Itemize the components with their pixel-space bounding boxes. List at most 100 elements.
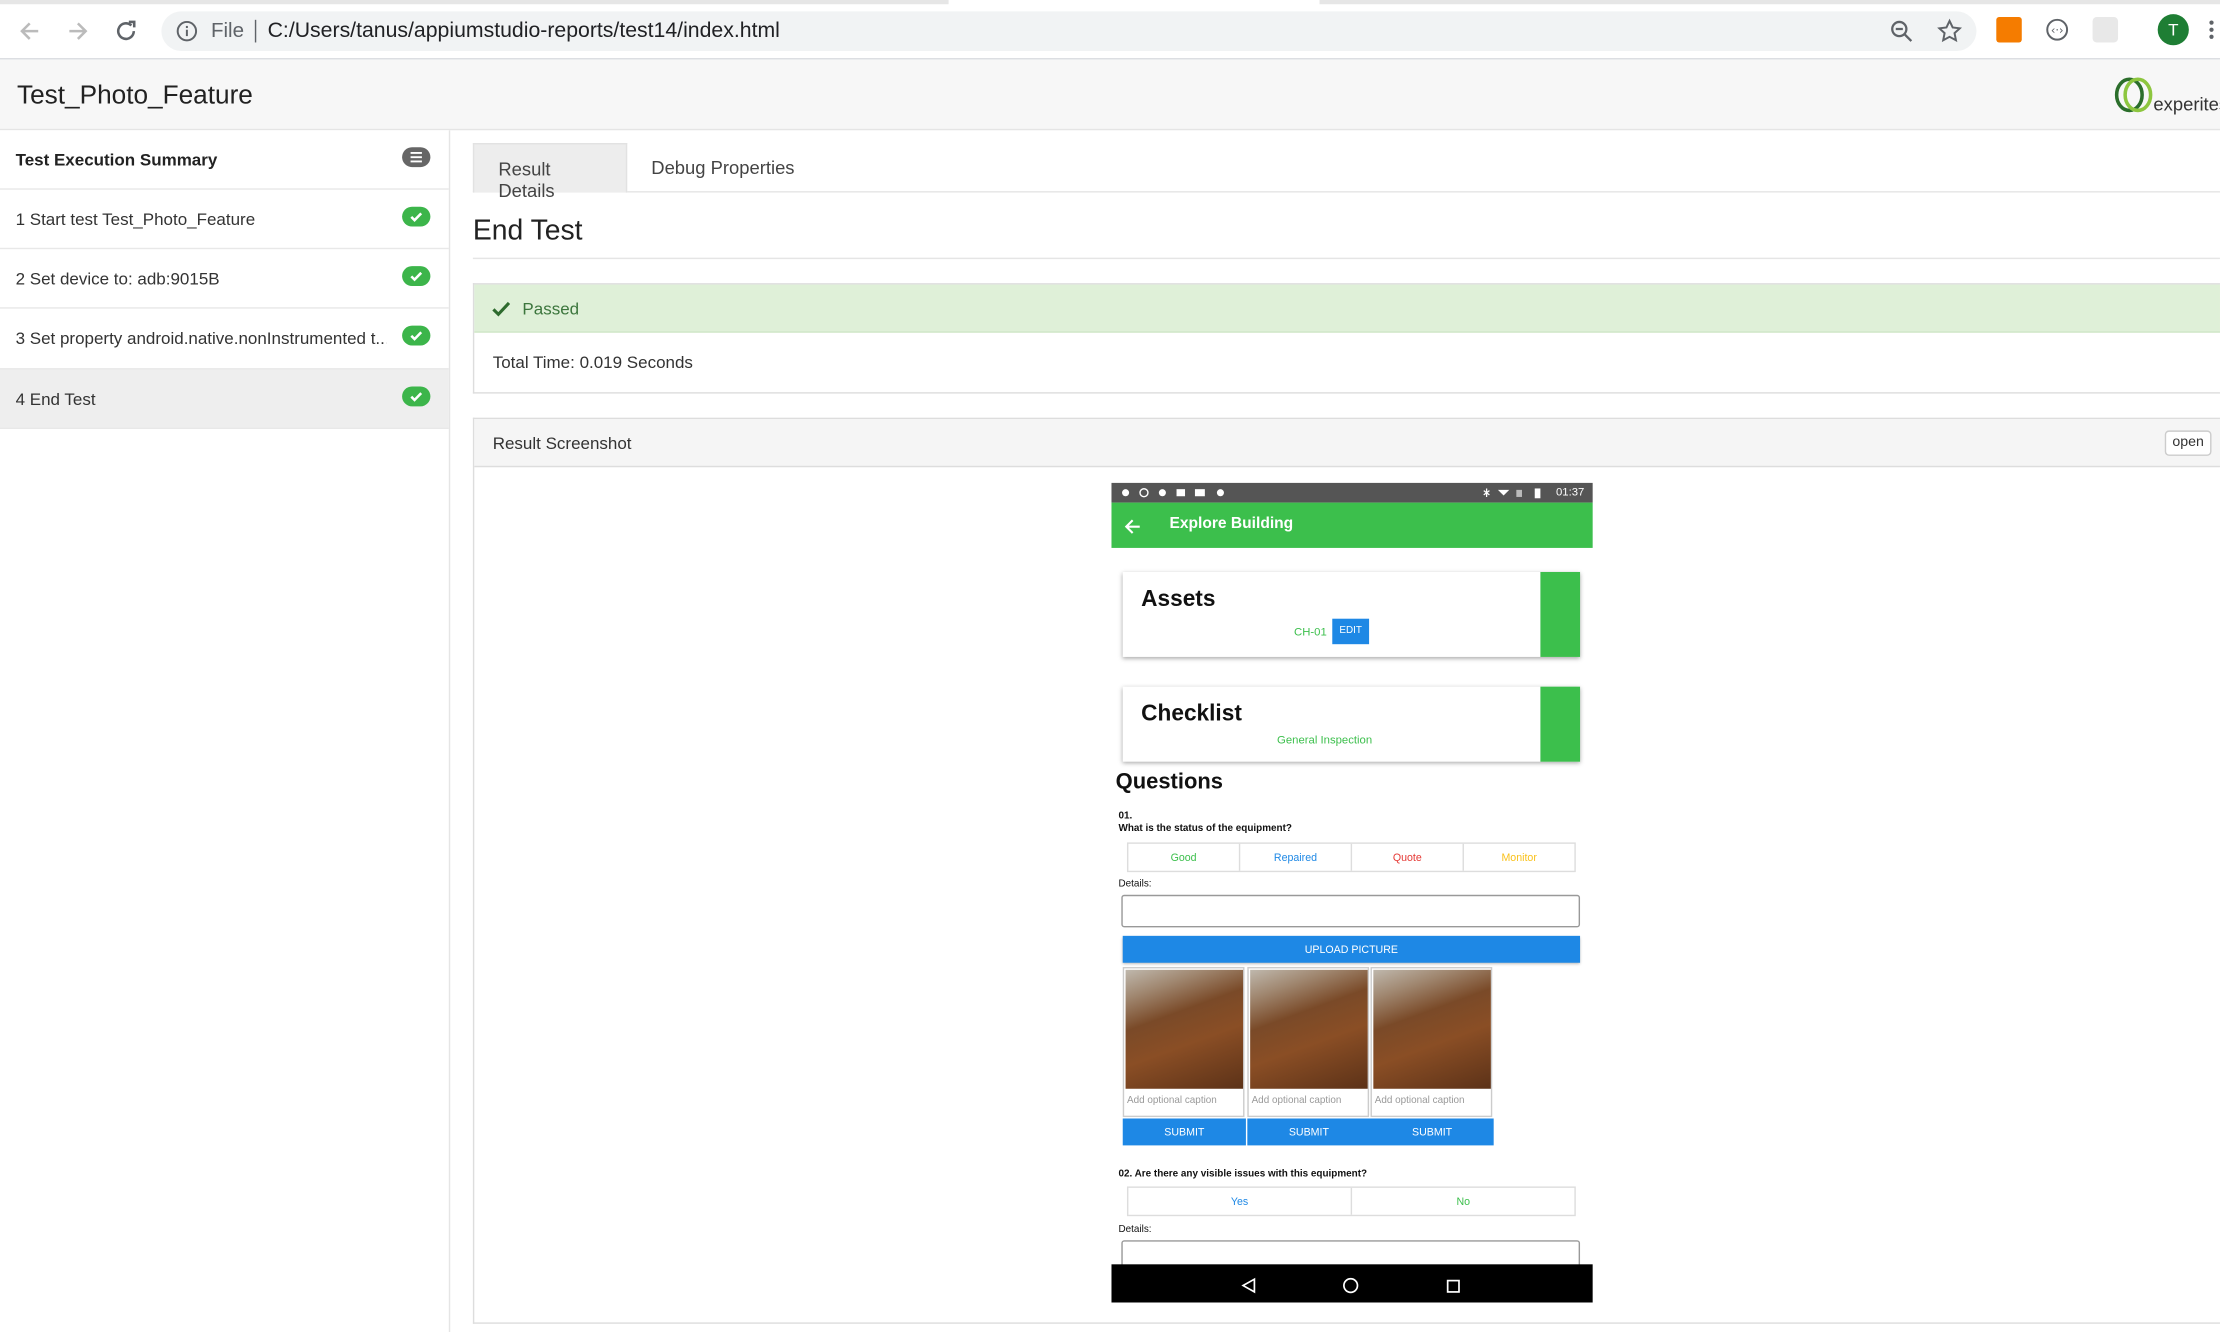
nav-back-icon[interactable] <box>1240 1276 1257 1301</box>
option-repaired[interactable]: Repaired <box>1240 843 1353 871</box>
caption-field[interactable]: Add optional caption <box>1127 1096 1217 1106</box>
extension-code-icon[interactable]: ‹·› <box>2044 17 2069 42</box>
nav-home-icon[interactable] <box>1342 1276 1359 1301</box>
details-label: Details: <box>1118 1224 1152 1235</box>
submit-button[interactable]: SUBMIT <box>1247 1118 1371 1146</box>
check-icon <box>402 386 431 407</box>
sidebar-item-label: 3 Set property android.native.nonInstrum… <box>15 328 387 349</box>
menu-dots-icon[interactable] <box>2209 20 2215 40</box>
step-title: End Test <box>472 215 583 247</box>
list-icon[interactable] <box>402 147 431 168</box>
sidebar-item-label: 4 End Test <box>15 389 96 410</box>
url-text[interactable]: C:/Users/tanus/appiumstudio-reports/test… <box>268 18 780 42</box>
checklist-name: General Inspection <box>1277 733 1373 747</box>
check-icon <box>402 325 431 346</box>
sidebar-summary-label: Test Execution Summary <box>15 150 218 170</box>
sidebar-item-end-test[interactable]: 4 End Test <box>0 369 449 429</box>
device-screenshot[interactable]: 01:37 Explore Building Assets CH-01 EDIT… <box>1111 482 1593 1303</box>
page-title: Test_Photo_Feature <box>16 79 253 110</box>
app-title: Explore Building <box>1169 515 1294 533</box>
photo-image <box>1373 969 1491 1089</box>
sidebar-item-set-property[interactable]: 3 Set property android.native.nonInstrum… <box>0 309 449 370</box>
report-header: Test_Photo_Feature <box>0 59 2220 131</box>
sidebar: Test Execution Summary 1 Start test Test… <box>0 130 451 1332</box>
assets-title: Assets <box>1141 587 1216 612</box>
device-status-bar: 01:37 <box>1111 482 1593 503</box>
asset-code: CH-01 <box>1294 625 1327 639</box>
passed-banner: Passed <box>474 284 2220 333</box>
sidebar-item-set-device[interactable]: 2 Set device to: adb:9015B <box>0 249 449 309</box>
submit-button[interactable]: SUBMIT <box>1122 1118 1246 1146</box>
edit-button[interactable]: EDIT <box>1332 618 1370 645</box>
result-panel: Passed Total Time: 0.019 Seconds <box>472 283 2220 394</box>
detail-tabs: Result Details Debug Properties <box>472 142 2220 201</box>
extension-orange-icon[interactable] <box>1996 16 2022 43</box>
question-1-options: Good Repaired Quote Monitor <box>1126 842 1576 873</box>
photo-thumbnail[interactable]: Add optional caption <box>1122 966 1245 1118</box>
assets-card[interactable]: Assets CH-01 EDIT <box>1122 571 1581 657</box>
questions-title: Questions <box>1115 770 1223 795</box>
caption-field[interactable]: Add optional caption <box>1375 1096 1465 1106</box>
address-separator <box>254 19 257 43</box>
submit-button[interactable]: SUBMIT <box>1370 1118 1494 1146</box>
card-accent <box>1540 571 1581 657</box>
logo-text: experitest <box>2153 93 2220 114</box>
photo-thumbnail[interactable]: Add optional caption <box>1370 966 1493 1118</box>
zoom-icon[interactable] <box>1889 18 1914 43</box>
option-monitor[interactable]: Monitor <box>1464 844 1574 871</box>
forward-arrow-icon[interactable] <box>62 16 93 47</box>
question-2-options: Yes No <box>1126 1186 1576 1217</box>
svg-text:‹·›: ‹·› <box>2051 23 2064 37</box>
caption-field[interactable]: Add optional caption <box>1252 1096 1342 1106</box>
check-mark-icon <box>491 299 511 324</box>
reload-icon[interactable] <box>110 16 141 47</box>
question-number: 01. <box>1118 811 1133 822</box>
photo-thumbnail[interactable]: Add optional caption <box>1247 966 1370 1118</box>
check-icon <box>402 266 431 286</box>
tab-debug-properties[interactable]: Debug Properties <box>627 143 825 193</box>
bookmark-star-icon[interactable] <box>1937 18 1963 43</box>
option-yes[interactable]: Yes <box>1128 1187 1353 1215</box>
browser-toolbar: File C:/Users/tanus/appiumstudio-reports… <box>0 0 2220 60</box>
tab-strip <box>0 0 949 5</box>
sidebar-summary[interactable]: Test Execution Summary <box>0 130 449 190</box>
checklist-card[interactable]: Checklist General Inspection <box>1122 686 1581 762</box>
app-bar: Explore Building <box>1111 502 1593 548</box>
profile-avatar[interactable]: T <box>2157 14 2189 46</box>
details-label: Details: <box>1118 879 1152 890</box>
open-button[interactable]: open <box>2164 430 2212 456</box>
notification-icons <box>1120 487 1224 498</box>
back-arrow-icon[interactable] <box>1124 517 1141 542</box>
question-1-text: What is the status of the equipment? <box>1118 824 1292 834</box>
details-field[interactable] <box>1121 894 1581 928</box>
extension-grey-icon[interactable] <box>2092 16 2119 43</box>
option-good[interactable]: Good <box>1128 843 1241 871</box>
photo-image <box>1250 969 1368 1089</box>
device-clock: 01:37 <box>1555 485 1585 499</box>
back-arrow-icon[interactable] <box>14 16 45 47</box>
sidebar-item-label: 1 Start test Test_Photo_Feature <box>15 209 256 230</box>
card-accent <box>1540 686 1581 762</box>
photo-image <box>1125 969 1244 1089</box>
address-bar[interactable]: File C:/Users/tanus/appiumstudio-reports… <box>161 11 1977 51</box>
checklist-title: Checklist <box>1141 702 1242 727</box>
file-scheme-label: File <box>210 19 245 43</box>
screenshot-title: Result Screenshot <box>492 433 632 454</box>
screenshot-panel-header: Result Screenshot open <box>474 419 2220 468</box>
upload-picture-button[interactable]: UPLOAD PICTURE <box>1122 935 1581 963</box>
status-text: Passed <box>522 298 580 319</box>
nav-recents-icon[interactable] <box>1446 1276 1462 1301</box>
option-quote[interactable]: Quote <box>1352 843 1464 871</box>
device-nav-bar <box>1111 1264 1593 1303</box>
signal-battery-icons <box>1482 487 1541 499</box>
total-time: Total Time: 0.019 Seconds <box>492 352 693 373</box>
option-no[interactable]: No <box>1352 1188 1574 1215</box>
sidebar-item-start-test[interactable]: 1 Start test Test_Photo_Feature <box>0 190 449 250</box>
divider <box>472 257 2220 260</box>
tab-result-details[interactable]: Result Details <box>472 142 628 201</box>
tab-strip <box>1319 0 2220 5</box>
experitest-logo: experitest <box>2112 76 2220 126</box>
check-icon <box>402 206 431 227</box>
info-icon[interactable] <box>176 20 199 43</box>
sidebar-item-label: 2 Set device to: adb:9015B <box>15 269 220 289</box>
